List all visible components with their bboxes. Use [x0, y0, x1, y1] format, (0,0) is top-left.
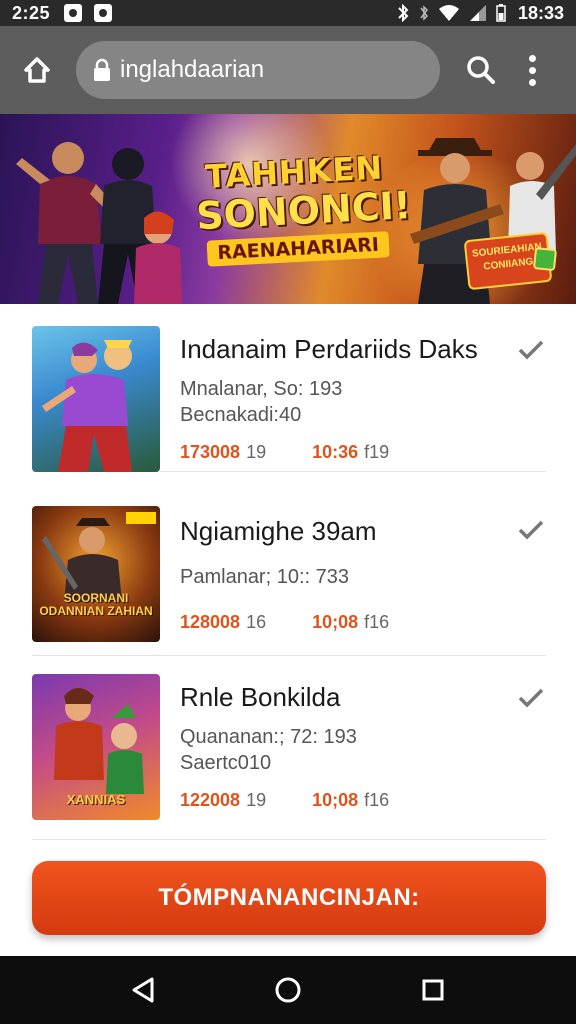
item-title: Indanaim Perdariids Daks: [180, 334, 478, 364]
item-price: 173008: [180, 442, 241, 462]
cta-button[interactable]: TÓMPNANANCINJAN:: [32, 861, 546, 935]
item-price-unit: 19: [246, 790, 267, 810]
item-price: 122008: [180, 790, 241, 810]
game-thumbnail: XANNIAS: [32, 674, 160, 820]
item-price-unit: 16: [246, 612, 267, 632]
item-price-row: 128008 16 10;08 f16: [180, 612, 389, 633]
game-thumbnail: [32, 326, 160, 472]
check-icon: [518, 340, 544, 360]
list-item[interactable]: SOORNANI ODANNIAN ZAHIAN Ngiamighe 39am …: [32, 488, 546, 656]
item-time: 10;08: [312, 612, 359, 632]
home-nav-button[interactable]: [263, 965, 313, 1015]
item-time-unit: f16: [364, 790, 390, 810]
gem-icon: [532, 247, 558, 272]
cta-section: TÓMPNANANCINJAN:: [0, 849, 576, 956]
list-item[interactable]: XANNIAS Rnle Bonkilda Quananan:; 72: 193…: [32, 656, 546, 840]
check-icon: [518, 520, 544, 540]
recents-icon: [422, 979, 444, 1001]
system-navigation-bar: [0, 956, 576, 1024]
home-circle-icon: [275, 977, 301, 1003]
banner-title-line2: SONONCI!: [195, 183, 413, 239]
search-button[interactable]: [462, 51, 500, 89]
item-detail: Mnalanar, So: 193: [180, 378, 343, 400]
signal-icon: [469, 5, 486, 21]
item-time-unit: f19: [364, 442, 390, 462]
search-icon: [467, 56, 495, 84]
game-thumbnail: SOORNANI ODANNIAN ZAHIAN: [32, 506, 160, 642]
banner-subtitle: RAENAHARIARI: [206, 231, 390, 267]
item-time: 10;08: [312, 790, 359, 810]
app-notification-icon: [94, 4, 113, 22]
item-detail: Pamlanar; 10:: 733: [180, 566, 349, 588]
promo-banner[interactable]: TAHHKEN SONONCI! RAENAHARIARI SOURIEAHIA…: [0, 114, 576, 304]
game-list: Indanaim Perdariids Daks Mnalanar, So: 1…: [0, 304, 576, 849]
url-bar[interactable]: inglahdaarian: [76, 41, 440, 99]
wifi-icon: [438, 5, 459, 21]
item-time: 10:36: [312, 442, 359, 462]
item-subdetail: Becnakadi:40: [180, 404, 302, 426]
list-item[interactable]: Indanaim Perdariids Daks Mnalanar, So: 1…: [32, 304, 546, 472]
status-clock: 18:33: [517, 2, 564, 23]
url-text: inglahdaarian: [120, 56, 265, 83]
back-icon: [132, 977, 154, 1003]
notification-icon: [64, 4, 83, 22]
thumb-caption: XANNIAS: [66, 792, 126, 807]
check-icon: [518, 688, 544, 708]
home-icon: [24, 57, 50, 83]
item-detail: Quananan:; 72: 193: [180, 726, 357, 748]
item-subdetail: Saertc010: [180, 752, 272, 774]
hero-heroine-image: [134, 211, 182, 304]
bluetooth-icon: [398, 4, 409, 22]
item-price-unit: 19: [246, 442, 267, 462]
status-bar: 2:25 18:33: [0, 0, 576, 26]
banner-badge-text: SOURIEAHIAN CONIIANG: [471, 241, 543, 273]
item-title: Rnle Bonkilda: [180, 682, 341, 712]
recents-button[interactable]: [408, 965, 458, 1015]
lock-icon: [92, 58, 112, 82]
back-button[interactable]: [118, 965, 168, 1015]
banner-title: TAHHKEN SONONCI! RAENAHARIARI: [193, 148, 413, 267]
item-price: 128008: [180, 612, 241, 632]
banner-badge: SOURIEAHIAN CONIIANG: [463, 231, 558, 291]
item-title: Ngiamighe 39am: [180, 516, 377, 546]
browser-toolbar: inglahdaarian: [0, 26, 576, 114]
item-price-row: 122008 19 10;08 f16: [180, 790, 389, 811]
home-button[interactable]: [18, 51, 56, 89]
status-time: 2:25: [12, 2, 51, 23]
item-time-unit: f16: [364, 612, 390, 632]
overflow-menu-button[interactable]: [522, 51, 542, 89]
battery-icon: [496, 4, 506, 22]
vibrate-icon: [420, 5, 428, 21]
item-price-row: 173008 19 10:36 f19: [180, 442, 389, 463]
thumb-caption: SOORNANI ODANNIAN ZAHIAN: [39, 591, 153, 618]
